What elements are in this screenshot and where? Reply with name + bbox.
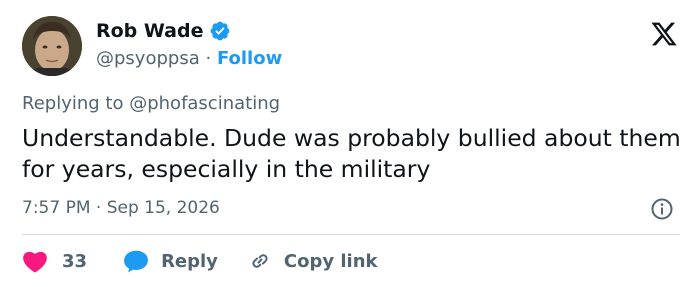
author-handle[interactable]: @psyoppsa bbox=[96, 48, 200, 69]
like-count: 33 bbox=[62, 250, 88, 272]
handle-row: @psyoppsa · Follow bbox=[96, 48, 282, 69]
divider bbox=[22, 234, 680, 235]
x-logo-icon[interactable] bbox=[650, 20, 678, 48]
author-name[interactable]: Rob Wade bbox=[96, 20, 204, 42]
like-button[interactable]: 33 bbox=[22, 249, 87, 273]
replying-to-mention[interactable]: @phofascinating bbox=[129, 93, 280, 114]
author-name-row: Rob Wade bbox=[96, 20, 231, 42]
avatar-image bbox=[22, 16, 82, 76]
reply-label: Reply bbox=[161, 250, 218, 272]
avatar[interactable] bbox=[22, 16, 82, 76]
reply-bubble-icon bbox=[124, 250, 148, 273]
follow-button[interactable]: Follow bbox=[217, 48, 282, 69]
link-icon bbox=[252, 254, 268, 268]
reply-button[interactable]: Reply bbox=[123, 249, 218, 273]
action-bar: 33 Reply Copy link bbox=[22, 246, 378, 276]
separator-dot: · bbox=[205, 48, 212, 69]
tweet-text: Understandable. Dude was probably bullie… bbox=[22, 124, 681, 183]
copy-link-button[interactable]: Copy link bbox=[248, 249, 378, 273]
tweet-timestamp[interactable]: 7:57 PM · Sep 15, 2026 bbox=[22, 198, 220, 218]
replying-to-prefix: Replying to bbox=[22, 93, 124, 114]
copy-link-label: Copy link bbox=[283, 250, 378, 272]
replying-to-line: Replying to @phofascinating bbox=[22, 93, 280, 114]
verified-badge-icon bbox=[210, 21, 229, 41]
info-icon[interactable] bbox=[650, 197, 674, 221]
heart-icon bbox=[23, 251, 47, 273]
